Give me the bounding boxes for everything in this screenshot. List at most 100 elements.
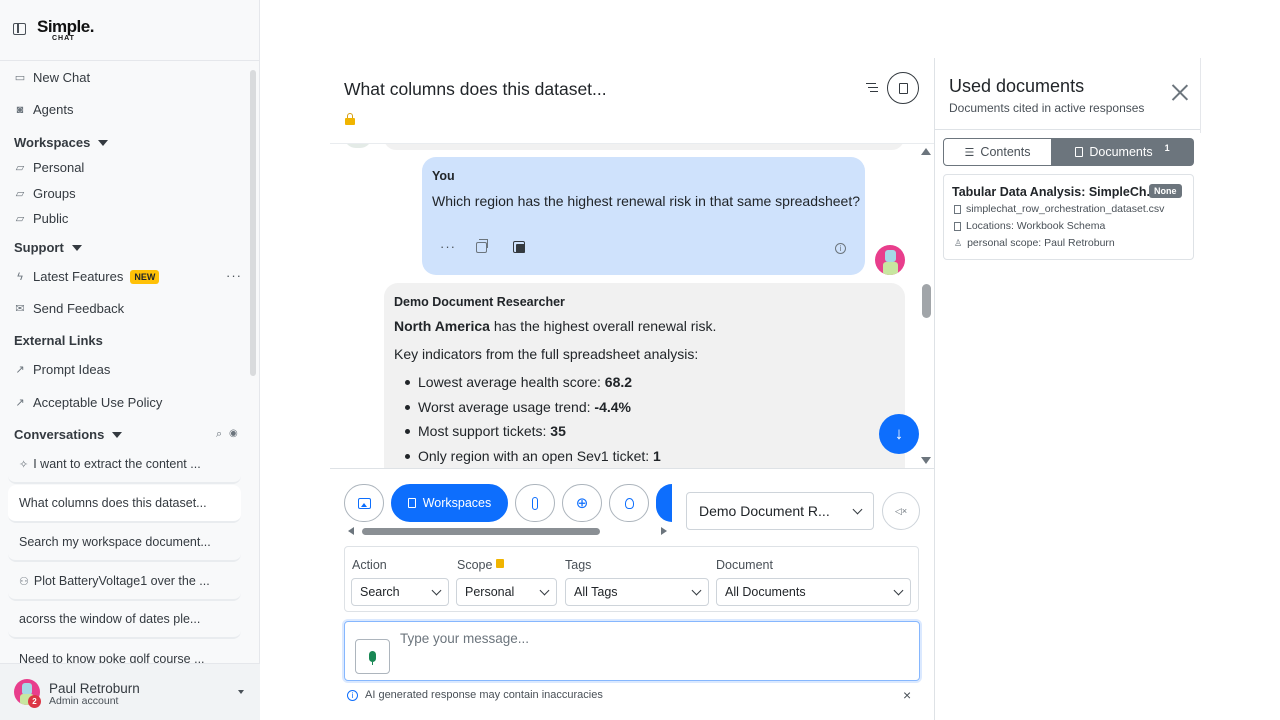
tags-value: All Tags — [574, 585, 618, 599]
pages-icon — [954, 221, 961, 231]
send-feedback-link[interactable]: ✉ Send Feedback — [14, 301, 124, 316]
scroll-to-bottom-button[interactable]: ↓ — [879, 414, 919, 454]
agent-select[interactable]: Demo Document R... — [686, 492, 874, 530]
document-badge: None — [1149, 184, 1182, 198]
disclaimer-text: AI generated response may contain inaccu… — [365, 689, 603, 701]
conversation-item[interactable]: ⚇ Plot BatteryVoltage1 over the ... — [8, 563, 241, 601]
conversation-item[interactable]: What columns does this dataset... — [8, 485, 241, 523]
attach-file-button[interactable] — [515, 484, 555, 522]
brand-logo[interactable]: Simple. CHAT — [37, 17, 94, 42]
eye-icon[interactable]: ◉ — [229, 428, 238, 439]
document-card[interactable]: Tabular Data Analysis: SimpleCh... None … — [943, 174, 1194, 260]
conversation-item[interactable]: ✧ I want to extract the content ... — [8, 446, 241, 484]
list-item: Only region with an open Sev1 ticket: 1 — [405, 447, 661, 469]
caret-down-icon — [98, 139, 109, 146]
action-select[interactable]: Search — [351, 578, 449, 606]
group-icon: ⚇ — [19, 575, 29, 588]
mute-button[interactable]: ◁× — [882, 492, 920, 530]
bullet-value: 1 — [653, 447, 661, 464]
prompt-ideas-button[interactable] — [609, 484, 649, 522]
lock-icon — [496, 559, 505, 568]
conversations-toggle[interactable]: Conversations — [14, 427, 123, 442]
action-label: Action — [352, 558, 387, 572]
tab-documents[interactable]: Documents 1 — [1051, 138, 1194, 166]
close-icon[interactable] — [1171, 84, 1189, 102]
toolbar-scroll-left-arrow[interactable] — [348, 527, 354, 535]
list-icon[interactable] — [866, 83, 878, 93]
copy-icon[interactable] — [476, 239, 488, 253]
sidebar-scrollbar[interactable] — [250, 70, 256, 376]
message-lead: North America has the highest overall re… — [394, 318, 716, 334]
conversation-item[interactable]: acorss the window of dates ple... — [8, 601, 241, 639]
image-icon — [357, 497, 371, 509]
microphone-icon — [369, 651, 376, 665]
chat-scrollbar-thumb[interactable] — [922, 284, 931, 318]
info-icon[interactable]: i — [835, 243, 846, 254]
workspaces-search-button[interactable]: Workspaces — [391, 484, 508, 522]
new-chat-link[interactable]: ▭ New Chat — [14, 70, 90, 85]
external-links-label: External Links — [14, 333, 103, 348]
tab-contents[interactable]: ☰ Contents — [943, 138, 1052, 166]
assistant-message: Demo Document Researcher North America h… — [384, 283, 905, 468]
acceptable-use-label: Acceptable Use Policy — [33, 395, 163, 410]
user-name: Paul Retroburn — [49, 681, 140, 696]
support-toggle[interactable]: Support — [14, 240, 82, 255]
toolbar-scrollbar-thumb[interactable] — [362, 528, 600, 535]
documents-count: 1 — [1164, 143, 1170, 153]
document-select[interactable]: All Documents — [716, 578, 911, 606]
lead-rest: has the highest overall renewal risk. — [489, 318, 717, 334]
toolbar-scroll-right-arrow[interactable] — [661, 527, 667, 535]
document-panel-button[interactable] — [887, 72, 919, 104]
search-icon[interactable]: ⌕ — [216, 428, 222, 441]
document-locations-row: Locations: Workbook Schema — [954, 220, 1105, 232]
message-input[interactable]: Type your message... — [400, 631, 529, 646]
more-icon[interactable]: ··· — [440, 239, 456, 254]
divider — [935, 129, 1201, 130]
conversation-item[interactable]: Search my workspace document... — [8, 524, 241, 562]
new-chat-label: New Chat — [33, 70, 91, 85]
panel-subtitle: Documents cited in active responses — [949, 101, 1145, 115]
divider — [0, 60, 260, 61]
list-icon: ☰ — [964, 146, 975, 159]
lightbulb-icon — [624, 497, 634, 509]
prompt-ideas-label: Prompt Ideas — [33, 362, 111, 377]
workspaces-toggle[interactable]: Workspaces — [14, 135, 109, 150]
more-options-icon[interactable]: ··· — [226, 268, 242, 283]
sidebar-item-label: Groups — [33, 186, 76, 201]
scope-select[interactable]: Personal — [456, 578, 557, 606]
document-icon — [898, 82, 908, 94]
user-message: You Which region has the highest renewal… — [422, 157, 865, 275]
lock-icon — [345, 113, 355, 125]
bullet-value: 68.2 — [604, 374, 633, 390]
workspaces-button-label: Workspaces — [422, 496, 492, 510]
image-generation-button[interactable] — [344, 484, 384, 522]
document-scope-row: ♙ personal scope: Paul Retroburn — [954, 237, 1115, 249]
chat-title: What columns does this dataset... — [344, 79, 607, 99]
envelope-icon: ✉ — [15, 302, 25, 315]
scroll-up-arrow[interactable] — [921, 148, 931, 155]
sidebar-item-personal[interactable]: ▱ Personal — [14, 160, 85, 175]
agents-link[interactable]: ◙ Agents — [14, 102, 74, 117]
arrow-down-icon: ↓ — [894, 424, 904, 443]
pin-icon: ✧ — [19, 458, 29, 471]
sidebar-item-groups[interactable]: ▱ Groups — [14, 186, 76, 201]
document-label: Document — [716, 558, 773, 572]
web-search-button[interactable]: ⊕ — [562, 484, 602, 522]
sidebar-item-public[interactable]: ▱ Public — [14, 211, 69, 226]
sidebar-item-label: Public — [33, 211, 69, 226]
acceptable-use-link[interactable]: ↗ Acceptable Use Policy — [14, 395, 162, 410]
conversation-title: I want to extract the content ... — [33, 457, 201, 471]
user-menu[interactable]: 2 Paul Retroburn Admin account — [0, 663, 260, 720]
prompt-ideas-link[interactable]: ↗ Prompt Ideas — [14, 362, 110, 377]
tags-select[interactable]: All Tags — [565, 578, 709, 606]
sidebar-toggle-icon[interactable] — [13, 23, 26, 35]
voice-input-button[interactable] — [355, 639, 390, 674]
message-composer[interactable]: Type your message... — [344, 621, 920, 681]
agent-select-value: Demo Document R... — [699, 503, 830, 519]
latest-features-link[interactable]: ϟ Latest Features NEW — [14, 269, 160, 284]
divider — [1200, 58, 1201, 133]
scroll-down-arrow[interactable] — [921, 457, 931, 464]
conversation-item[interactable]: Need to know poke golf course ... — [8, 640, 241, 664]
retry-icon[interactable] — [513, 241, 525, 253]
dismiss-disclaimer-icon[interactable]: × — [903, 687, 911, 703]
